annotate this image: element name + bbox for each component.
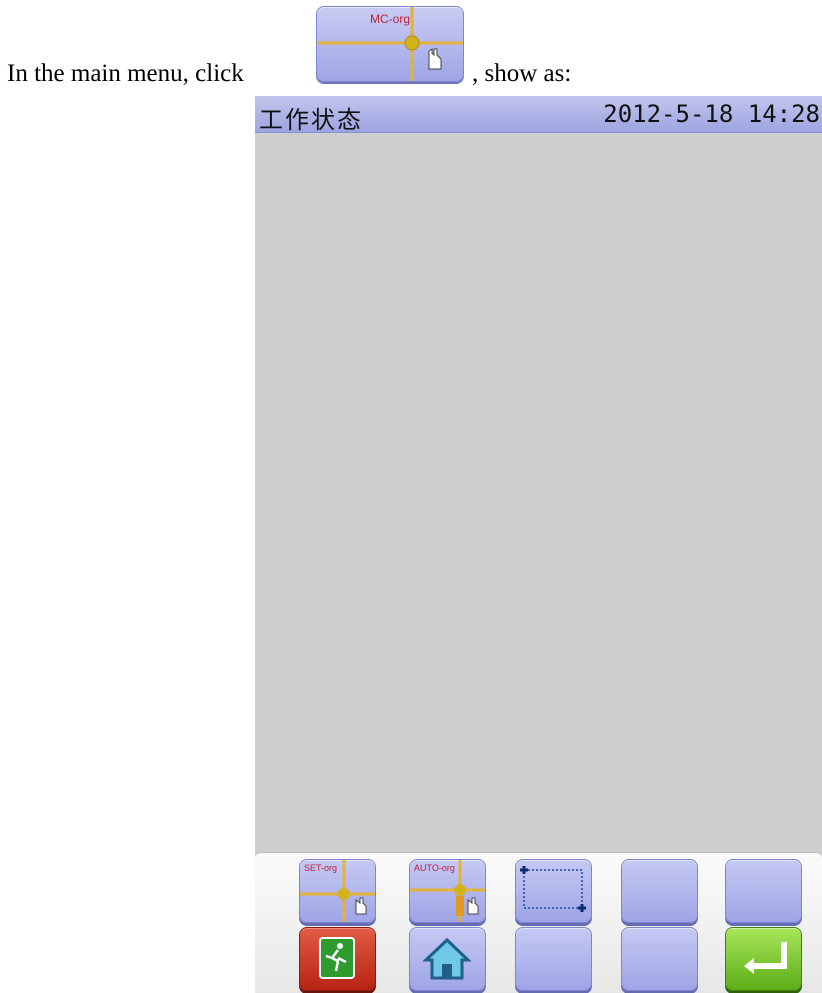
blank-button-1[interactable] (621, 859, 698, 923)
crosshair-hand-icon (410, 860, 485, 922)
crosshair-hand-icon (317, 7, 463, 81)
exit-running-man-icon (319, 937, 355, 979)
set-org-button[interactable]: SET-org (299, 859, 376, 923)
exit-button[interactable] (299, 927, 376, 991)
enter-button[interactable] (725, 927, 802, 991)
frame-button[interactable] (515, 859, 592, 923)
auto-org-button[interactable]: AUTO-org (409, 859, 486, 923)
blank-button-2[interactable] (725, 859, 802, 923)
instruction-text-after: , show as: (472, 60, 572, 87)
datetime: 2012-5-18 14:28 (603, 100, 820, 128)
blank-button-3[interactable] (515, 927, 592, 991)
home-icon (422, 937, 472, 980)
screen-title: 工作状态 (259, 106, 363, 134)
instruction-text-before: In the main menu, click (7, 60, 244, 87)
button-panel: SET-org AUTO-org (255, 852, 822, 993)
content-area (255, 133, 822, 853)
device-screen: 工作状态 2012-5-18 14:28 SET-org AUTO-org (255, 96, 822, 993)
status-bar: 工作状态 2012-5-18 14:28 (255, 96, 822, 134)
blank-button-4[interactable] (621, 927, 698, 991)
crosshair-hand-icon (300, 860, 375, 922)
dotted-rectangle-icon (520, 866, 586, 912)
enter-arrow-icon (744, 942, 787, 974)
mc-org-button[interactable]: MC-org (316, 6, 464, 82)
home-button[interactable] (409, 927, 486, 991)
